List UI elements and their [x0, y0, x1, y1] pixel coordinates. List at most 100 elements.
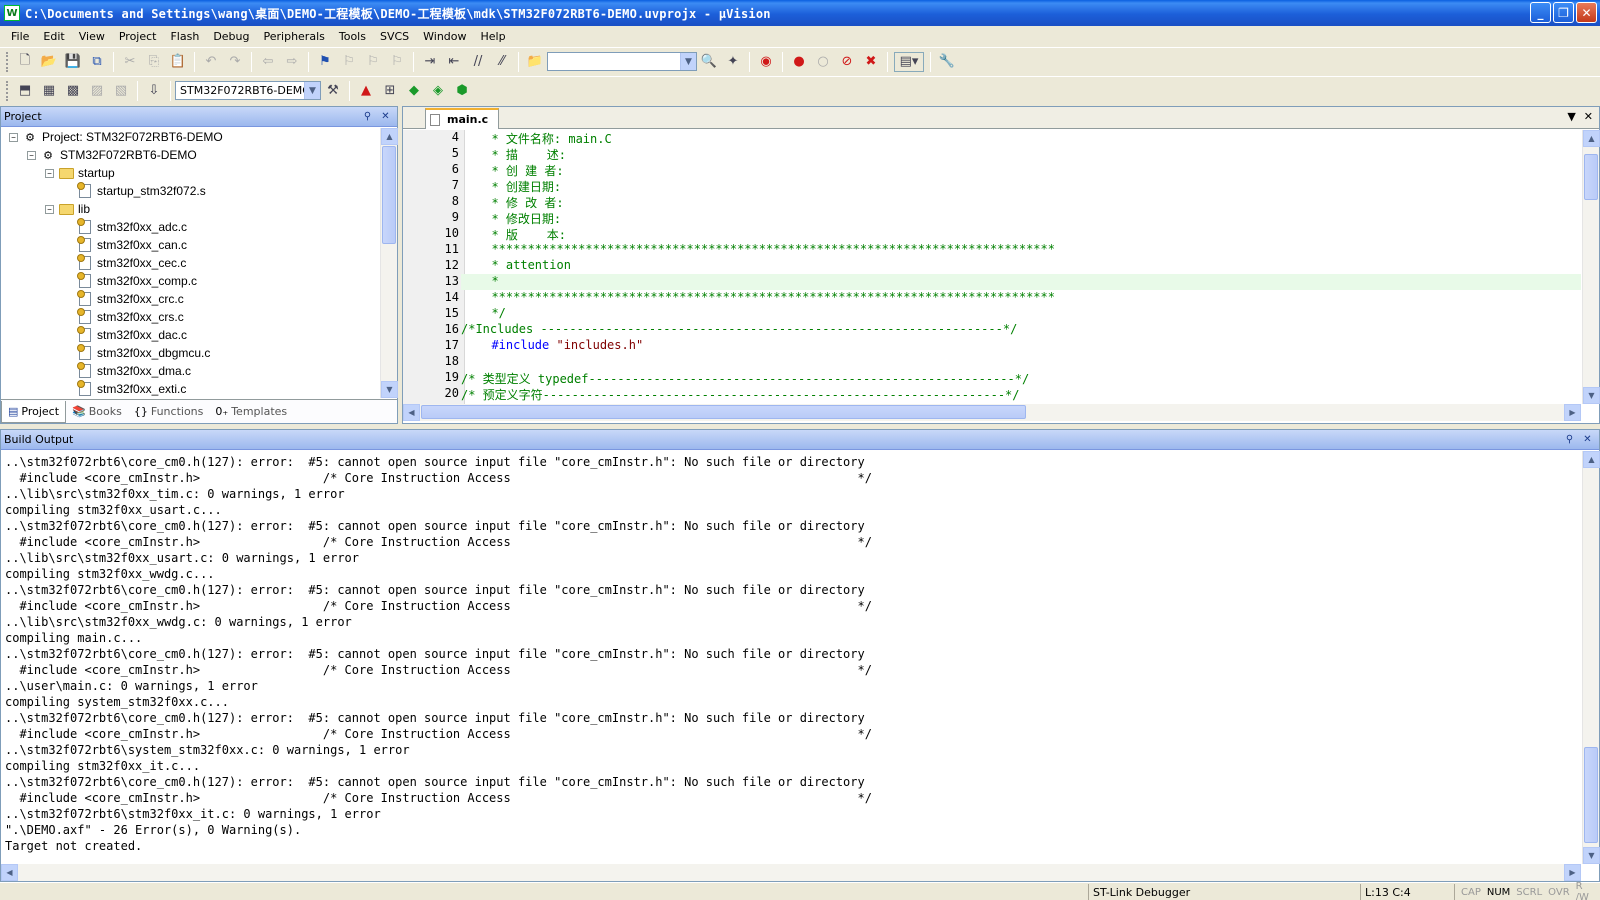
- collapse-icon[interactable]: −: [45, 204, 54, 214]
- code-area[interactable]: 4 * 文件名称: main.C 5 * 描 述: 6 * 创 建 者: 7 *…: [403, 130, 1581, 404]
- insert-breakpoint-icon[interactable]: ●: [789, 52, 809, 72]
- build-output-text[interactable]: ..\stm32f072rbt6\core_cm0.h(127): error:…: [5, 454, 1575, 860]
- menu-svcs[interactable]: SVCS: [373, 30, 416, 43]
- find-in-files-icon[interactable]: 📁: [525, 52, 545, 72]
- cut-icon[interactable]: ✂: [120, 52, 140, 72]
- target-select[interactable]: STM32F072RBT6-DEMO ▼: [175, 81, 321, 100]
- toolbar-grip[interactable]: [6, 51, 9, 72]
- tab-functions[interactable]: {} Functions: [128, 401, 210, 423]
- close-icon[interactable]: ✕: [1584, 110, 1593, 123]
- scroll-up-icon[interactable]: ▲: [1583, 451, 1600, 468]
- menu-project[interactable]: Project: [112, 30, 164, 43]
- chevron-down-icon[interactable]: ▼: [680, 53, 696, 70]
- pack-installer-icon[interactable]: ◈: [428, 81, 448, 101]
- pin-icon[interactable]: ⚲: [1562, 432, 1577, 447]
- collapse-icon[interactable]: −: [9, 132, 18, 142]
- collapse-icon[interactable]: −: [27, 150, 36, 160]
- close-icon[interactable]: ✕: [378, 109, 393, 124]
- window-layout-icon[interactable]: ▤▾: [894, 51, 924, 72]
- uncomment-icon[interactable]: ⁄⁄: [492, 52, 512, 72]
- translate-icon[interactable]: ⬒: [15, 81, 35, 101]
- scroll-down-icon[interactable]: ▼: [381, 381, 398, 398]
- bookmark-icon[interactable]: ⚑: [315, 52, 335, 72]
- maximize-button[interactable]: ❐: [1553, 2, 1574, 23]
- editor-horizontal-scrollbar[interactable]: ◀ ▶: [403, 404, 1581, 421]
- build-icon[interactable]: ▦: [39, 81, 59, 101]
- project-tree-scrollbar[interactable]: ▲ ▼: [380, 128, 398, 398]
- tree-file[interactable]: stm32f0xx_dbgmcu.c: [1, 344, 379, 362]
- manage-components-icon[interactable]: ▲: [356, 81, 376, 101]
- menu-peripherals[interactable]: Peripherals: [257, 30, 332, 43]
- menu-edit[interactable]: Edit: [36, 30, 71, 43]
- menu-help[interactable]: Help: [474, 30, 513, 43]
- undo-icon[interactable]: ↶: [201, 52, 221, 72]
- scrollbar-thumb[interactable]: [421, 405, 1026, 419]
- software-packs-icon[interactable]: ⬢: [452, 81, 472, 101]
- prev-bookmark-icon[interactable]: ⚐: [339, 52, 359, 72]
- tab-list-icon[interactable]: ▼: [1567, 110, 1575, 123]
- scroll-down-icon[interactable]: ▼: [1583, 387, 1600, 404]
- close-icon[interactable]: ✕: [1580, 432, 1595, 447]
- editor-vertical-scrollbar[interactable]: ▲ ▼: [1582, 130, 1600, 404]
- scroll-right-icon[interactable]: ▶: [1564, 864, 1581, 881]
- navigate-back-icon[interactable]: ⇦: [258, 52, 278, 72]
- open-file-icon[interactable]: 📂: [39, 52, 59, 72]
- next-bookmark-icon[interactable]: ⚐: [363, 52, 383, 72]
- tree-file[interactable]: startup_stm32f072.s: [1, 182, 379, 200]
- download-icon[interactable]: ⇩: [144, 81, 164, 101]
- paste-icon[interactable]: 📋: [168, 52, 188, 72]
- target-options-icon[interactable]: ⚒: [323, 81, 343, 101]
- tree-file[interactable]: stm32f0xx_comp.c: [1, 272, 379, 290]
- navigate-forward-icon[interactable]: ⇨: [282, 52, 302, 72]
- pin-icon[interactable]: ⚲: [360, 109, 375, 124]
- tree-file[interactable]: stm32f0xx_crc.c: [1, 290, 379, 308]
- chevron-down-icon[interactable]: ▼: [304, 82, 320, 99]
- tree-group-lib[interactable]: − lib: [1, 200, 379, 218]
- tree-target[interactable]: − ⚙ STM32F072RBT6-DEMO: [1, 146, 379, 164]
- menu-file[interactable]: File: [4, 30, 36, 43]
- scrollbar-thumb[interactable]: [1584, 154, 1598, 200]
- configure-icon[interactable]: 🔧: [937, 52, 957, 72]
- scroll-left-icon[interactable]: ◀: [1, 864, 18, 881]
- tree-file[interactable]: stm32f0xx_can.c: [1, 236, 379, 254]
- comment-icon[interactable]: //: [468, 52, 488, 72]
- scroll-up-icon[interactable]: ▲: [1583, 130, 1600, 147]
- kill-breakpoints-icon[interactable]: ✖: [861, 52, 881, 72]
- disable-breakpoints-icon[interactable]: ⊘: [837, 52, 857, 72]
- build-output-vertical-scrollbar[interactable]: ▲ ▼: [1582, 451, 1600, 864]
- new-file-icon[interactable]: 🗋: [15, 52, 35, 72]
- editor-tab-main-c[interactable]: main.c: [425, 108, 499, 129]
- tab-project[interactable]: ▤ Project: [1, 400, 67, 423]
- tab-books[interactable]: 📚 Books: [66, 401, 128, 423]
- indent-icon[interactable]: ⇥: [420, 52, 440, 72]
- tree-file[interactable]: stm32f0xx_dac.c: [1, 326, 379, 344]
- tree-project-root[interactable]: − ⚙ Project: STM32F072RBT6-DEMO: [1, 128, 379, 146]
- menu-tools[interactable]: Tools: [332, 30, 373, 43]
- debug-session-icon[interactable]: ◉: [756, 52, 776, 72]
- toolbar-grip[interactable]: [6, 80, 9, 101]
- tree-file[interactable]: stm32f0xx_cec.c: [1, 254, 379, 272]
- tree-file[interactable]: stm32f0xx_exti.c: [1, 380, 379, 398]
- menu-flash[interactable]: Flash: [163, 30, 206, 43]
- close-button[interactable]: ✕: [1576, 2, 1597, 23]
- menu-debug[interactable]: Debug: [206, 30, 256, 43]
- tree-file[interactable]: stm32f0xx_adc.c: [1, 218, 379, 236]
- menu-view[interactable]: View: [72, 30, 112, 43]
- find-icon[interactable]: 🔍: [699, 52, 719, 72]
- redo-icon[interactable]: ↷: [225, 52, 245, 72]
- tree-file[interactable]: stm32f0xx_crs.c: [1, 308, 379, 326]
- rebuild-icon[interactable]: ▩: [63, 81, 83, 101]
- unindent-icon[interactable]: ⇤: [444, 52, 464, 72]
- copy-icon[interactable]: ⎘: [144, 52, 164, 72]
- stop-build-icon[interactable]: ▧: [111, 81, 131, 101]
- save-all-icon[interactable]: ⧉: [87, 52, 107, 72]
- enable-breakpoint-icon[interactable]: ○: [813, 52, 833, 72]
- tree-file[interactable]: stm32f0xx_dma.c: [1, 362, 379, 380]
- scrollbar-thumb[interactable]: [1584, 747, 1598, 843]
- build-output-horizontal-scrollbar[interactable]: ◀ ▶: [1, 864, 1581, 881]
- menu-window[interactable]: Window: [416, 30, 473, 43]
- manage-rte-icon[interactable]: ◆: [404, 81, 424, 101]
- select-packs-icon[interactable]: ⊞: [380, 81, 400, 101]
- scroll-down-icon[interactable]: ▼: [1583, 847, 1600, 864]
- scroll-up-icon[interactable]: ▲: [381, 128, 398, 145]
